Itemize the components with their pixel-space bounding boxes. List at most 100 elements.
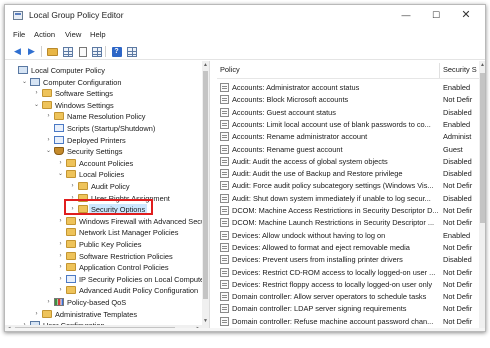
policy-row[interactable]: Domain controller: Allow server operator… bbox=[220, 291, 482, 303]
scroll-down-icon[interactable]: ▼ bbox=[202, 317, 209, 325]
maximize-button[interactable]: ☐ bbox=[421, 5, 451, 27]
minimize-button[interactable]: — bbox=[391, 5, 421, 27]
expand-chevron-icon[interactable]: › bbox=[69, 181, 76, 192]
tree-node-label[interactable]: Account Policies bbox=[79, 158, 133, 169]
policy-setting-icon bbox=[220, 95, 229, 105]
policy-setting-icon bbox=[220, 119, 229, 129]
up-folder-icon[interactable] bbox=[46, 45, 59, 58]
expand-chevron-icon[interactable]: › bbox=[57, 262, 64, 273]
policy-row[interactable]: Audit: Audit the use of Backup and Resto… bbox=[220, 168, 482, 180]
policy-row[interactable]: Devices: Prevent users from installing p… bbox=[220, 254, 482, 266]
column-header-security-setting[interactable]: Security S bbox=[443, 65, 477, 77]
window-title: Local Group Policy Editor bbox=[29, 10, 124, 20]
policy-security-setting: Not Defir bbox=[443, 95, 473, 105]
tree-scroll-thumb[interactable] bbox=[203, 71, 208, 299]
tree-node-label[interactable]: Local Policies bbox=[79, 169, 124, 180]
tree-node-label[interactable]: Local Computer Policy bbox=[31, 65, 105, 76]
policy-row[interactable]: Accounts: Block Microsoft accounts Not De… bbox=[220, 94, 482, 106]
tree-node-label[interactable]: Administrative Templates bbox=[55, 309, 137, 320]
tree-node-label[interactable]: Software Settings bbox=[55, 88, 113, 99]
policy-row[interactable]: DCOM: Machine Access Restrictions in Sec… bbox=[220, 205, 482, 217]
expand-chevron-icon[interactable]: › bbox=[57, 251, 64, 262]
tree-node-label[interactable]: Advanced Audit Policy Configuration bbox=[79, 285, 198, 296]
console-tree[interactable]: ›User Configuration›Administrative Templ… bbox=[5, 61, 210, 331]
collapse-chevron-icon[interactable]: ⌄ bbox=[33, 100, 40, 111]
policy-row[interactable]: Devices: Allowed to format and eject rem… bbox=[220, 242, 482, 254]
folder-icon bbox=[78, 182, 88, 190]
policy-security-setting: Disabled bbox=[443, 156, 472, 166]
network-icon bbox=[66, 274, 76, 283]
forward-arrow-icon[interactable]: ▶ bbox=[25, 45, 38, 58]
properties-icon[interactable] bbox=[90, 45, 103, 58]
policy-name: Devices: Allow undock without having to … bbox=[232, 230, 386, 240]
expand-chevron-icon[interactable]: › bbox=[33, 309, 40, 320]
expand-chevron-icon[interactable]: › bbox=[57, 274, 64, 285]
tree-node-label[interactable]: Public Key Policies bbox=[79, 239, 141, 250]
policy-row[interactable]: Domain controller: LDAP server signing r… bbox=[220, 303, 482, 315]
scroll-up-icon[interactable]: ▲ bbox=[202, 61, 209, 69]
collapse-chevron-icon[interactable]: ⌄ bbox=[21, 77, 28, 88]
policy-row[interactable]: Accounts: Administrator account status En… bbox=[220, 82, 482, 94]
policy-name: Accounts: Limit local account use of bla… bbox=[232, 119, 431, 129]
expand-chevron-icon[interactable]: › bbox=[45, 135, 52, 146]
tree-node-label[interactable]: Audit Policy bbox=[91, 181, 130, 192]
expand-chevron-icon[interactable]: › bbox=[45, 297, 52, 308]
expand-chevron-icon[interactable]: › bbox=[57, 239, 64, 250]
menu-action[interactable]: Action bbox=[34, 30, 55, 39]
tree-node-label[interactable]: Security Settings bbox=[67, 146, 122, 157]
expand-chevron-icon[interactable]: › bbox=[45, 111, 52, 122]
collapse-chevron-icon[interactable]: ⌄ bbox=[57, 169, 64, 180]
expand-chevron-icon[interactable]: › bbox=[57, 158, 64, 169]
policy-row[interactable]: Audit: Force audit policy subcategory se… bbox=[220, 180, 482, 192]
policy-row[interactable]: Accounts: Limit local account use of bla… bbox=[220, 119, 482, 131]
policy-row[interactable]: Devices: Restrict CD-ROM access to local… bbox=[220, 267, 482, 279]
policy-security-setting: Disabled bbox=[443, 169, 472, 179]
policy-security-setting: Not Defir bbox=[443, 267, 473, 277]
help-icon[interactable]: ? bbox=[110, 45, 123, 58]
policy-row[interactable]: Accounts: Rename guest account Guest bbox=[220, 144, 482, 156]
tree-node-label[interactable]: IP Security Policies on Local Computer bbox=[79, 274, 207, 285]
tree-vertical-scrollbar[interactable]: ▲ ▼ bbox=[202, 61, 209, 331]
details-pane[interactable]: Policy Security S ▲ Accounts: Administra… bbox=[217, 61, 485, 331]
expand-chevron-icon[interactable]: › bbox=[57, 216, 64, 227]
tree-node-label[interactable]: Application Control Policies bbox=[79, 262, 169, 273]
filter-view-icon[interactable] bbox=[125, 45, 138, 58]
title-bar[interactable]: Local Group Policy Editor — ☐ ✕ bbox=[5, 5, 485, 27]
tree-node-label[interactable]: Deployed Printers bbox=[67, 135, 126, 146]
policy-row[interactable]: Accounts: Guest account status Disabled bbox=[220, 107, 482, 119]
policy-row[interactable]: Devices: Restrict floppy access to local… bbox=[220, 279, 482, 291]
policy-row[interactable]: DCOM: Machine Launch Restrictions in Sec… bbox=[220, 217, 482, 229]
header-underline bbox=[217, 78, 485, 79]
policy-security-setting: Administ bbox=[443, 132, 472, 142]
tree-node-label[interactable]: Policy-based QoS bbox=[67, 297, 126, 308]
policy-row[interactable]: Accounts: Rename administrator account Ad… bbox=[220, 131, 482, 143]
menu-help[interactable]: Help bbox=[90, 30, 106, 39]
policy-row[interactable]: Audit: Audit the access of global system… bbox=[220, 156, 482, 168]
tree-node-label[interactable]: Computer Configuration bbox=[43, 77, 121, 88]
expand-chevron-icon[interactable]: › bbox=[57, 285, 64, 296]
policy-row[interactable]: Domain controller: Refuse machine accoun… bbox=[220, 316, 482, 328]
tree-node-label[interactable]: Software Restriction Policies bbox=[79, 251, 173, 262]
collapse-chevron-icon[interactable]: ⌄ bbox=[45, 146, 52, 157]
policy-setting-icon bbox=[220, 169, 229, 179]
policy-name: Accounts: Guest account status bbox=[232, 107, 336, 117]
back-arrow-icon[interactable]: ◀ bbox=[11, 45, 24, 58]
column-divider[interactable] bbox=[439, 63, 440, 78]
expand-chevron-icon[interactable]: › bbox=[33, 88, 40, 99]
policy-row[interactable]: Devices: Allow undock without having to … bbox=[220, 230, 482, 242]
tree-node-label[interactable]: Windows Settings bbox=[55, 100, 114, 111]
policy-row[interactable]: Audit: Shut down system immediately if u… bbox=[220, 193, 482, 205]
scroll-up-icon[interactable]: ▲ bbox=[479, 61, 485, 69]
close-button[interactable]: ✕ bbox=[451, 5, 481, 27]
show-hide-tree-icon[interactable] bbox=[61, 45, 74, 58]
tree-node-label[interactable]: Scripts (Startup/Shutdown) bbox=[67, 123, 155, 134]
export-list-icon[interactable] bbox=[76, 45, 89, 58]
tree-node-label[interactable]: Windows Firewall with Advanced Secu bbox=[79, 216, 205, 227]
policy-security-setting: Not Defir bbox=[443, 242, 473, 252]
column-header-policy[interactable]: Policy bbox=[220, 65, 240, 77]
tree-node-label[interactable]: Name Resolution Policy bbox=[67, 111, 145, 122]
menu-file[interactable]: File bbox=[13, 30, 25, 39]
menu-view[interactable]: View bbox=[65, 30, 81, 39]
toolbar-separator bbox=[105, 46, 106, 57]
tree-node-label[interactable]: Network List Manager Policies bbox=[79, 227, 178, 238]
